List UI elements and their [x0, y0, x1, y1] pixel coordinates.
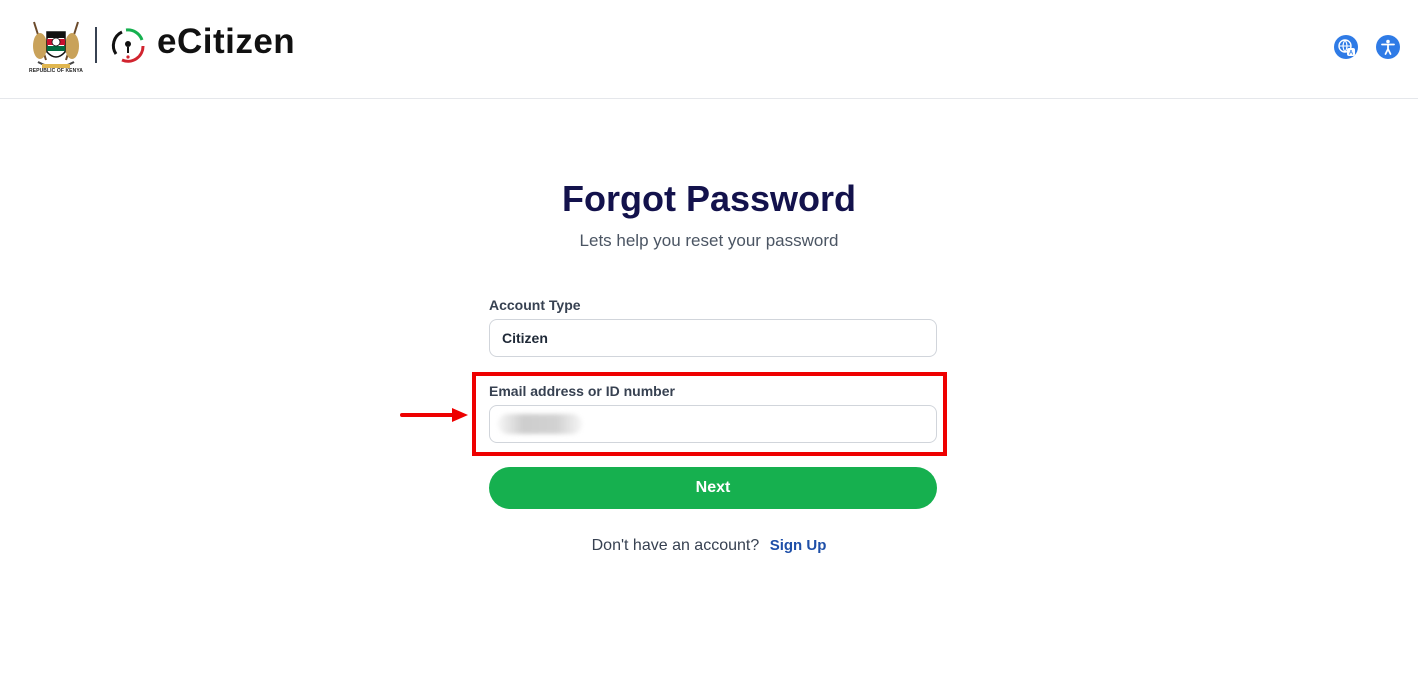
page-subtitle: Lets help you reset your password [579, 231, 839, 250]
top-header: REPUBLIC OF KENYA eCitizen A [0, 0, 1418, 99]
highlight-annotation-box [472, 372, 947, 456]
account-type-value: Citizen [502, 330, 548, 346]
account-type-select[interactable]: Citizen [489, 319, 937, 357]
svg-text:A: A [1349, 51, 1354, 57]
coat-caption: REPUBLIC OF KENYA [28, 68, 84, 74]
person-accessibility-icon [1381, 39, 1395, 55]
next-button[interactable]: Next [489, 467, 937, 509]
header-divider [95, 27, 97, 63]
sign-up-link[interactable]: Sign Up [770, 537, 827, 554]
arrow-annotation-icon [400, 408, 468, 422]
page-title: Forgot Password [561, 178, 857, 219]
signup-prompt: Don't have an account? [591, 537, 760, 554]
globe-translate-icon: A [1338, 39, 1355, 57]
account-type-label: Account Type [489, 297, 581, 313]
brand-name: eCitizen [157, 22, 296, 61]
translate-icon[interactable]: A [1334, 35, 1358, 59]
ecitizen-logo-icon [111, 28, 145, 63]
coat-of-arms-logo [33, 21, 79, 68]
accessibility-icon[interactable] [1376, 35, 1400, 59]
signup-row: Don't have an account? Sign Up [0, 537, 1418, 555]
